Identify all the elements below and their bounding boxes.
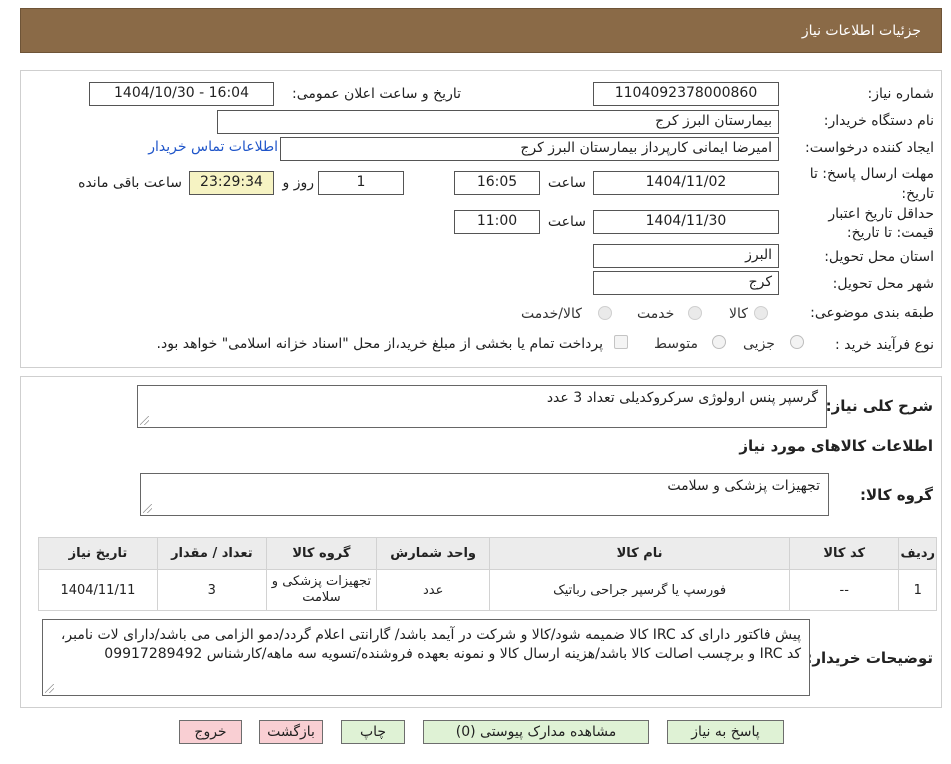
goods-group-label: گروه کالا: bbox=[860, 486, 933, 504]
col-qty-header: تعداد / مقدار bbox=[156, 537, 267, 570]
buyer-notes-text: پیش فاکتور دارای کد IRC کالا ضمیمه شود/ک… bbox=[60, 627, 801, 662]
buyer-contact-link[interactable]: اطلاعات تماس خریدار bbox=[148, 139, 278, 155]
purchase-minor-radio bbox=[790, 335, 804, 349]
cell-group: تجهیزات پزشکی و سلامت bbox=[265, 569, 378, 611]
requester-label: ایجاد کننده درخواست: bbox=[805, 140, 934, 156]
goods-group-text: تجهیزات پزشکی و سلامت bbox=[667, 478, 820, 494]
deadline-time-label: ساعت bbox=[547, 175, 586, 191]
category-goods-label: کالا bbox=[729, 306, 748, 322]
validity-label: حداقل تاریخ اعتبار قیمت: تا تاریخ: bbox=[828, 206, 934, 241]
need-summary-text: گرسپر پنس ارولوژی سرکروکدیلی تعداد 3 عدد bbox=[546, 390, 818, 406]
deadline-label: مهلت ارسال پاسخ: تا تاریخ: bbox=[809, 166, 934, 202]
cell-unit: عدد bbox=[375, 569, 491, 611]
remaining-time-field: 23:29:34 bbox=[189, 171, 274, 195]
col-unit-header: واحد شمارش bbox=[375, 537, 491, 570]
print-button[interactable]: چاپ bbox=[341, 720, 405, 744]
reply-button[interactable]: پاسخ به نیاز bbox=[667, 720, 784, 744]
cell-name: فورسپ یا گرسپر جراحی رباتیک bbox=[489, 569, 790, 611]
goods-group-field: تجهیزات پزشکی و سلامت bbox=[140, 473, 829, 516]
view-attachments-button[interactable]: مشاهده مدارک پیوستی (0) bbox=[423, 720, 649, 744]
need-number-field: 1104092378000860 bbox=[593, 82, 779, 106]
remaining-time-label: ساعت باقی مانده bbox=[78, 175, 182, 191]
deadline-date-field: 1404/11/02 bbox=[593, 171, 779, 195]
cell-qty: 3 bbox=[156, 569, 267, 611]
category-service-label: خدمت bbox=[637, 306, 675, 322]
category-goods-service-radio bbox=[598, 306, 612, 320]
validity-time-field: 11:00 bbox=[454, 210, 540, 234]
category-service-radio bbox=[688, 306, 702, 320]
table-header-row: ردیف کد کالا نام کالا واحد شمارش گروه کا… bbox=[38, 537, 937, 570]
buyer-notes-field: پیش فاکتور دارای کد IRC کالا ضمیمه شود/ک… bbox=[42, 619, 810, 696]
resize-grip-icon[interactable] bbox=[140, 416, 149, 425]
need-summary-field: گرسپر پنس ارولوژی سرکروکدیلی تعداد 3 عدد bbox=[137, 385, 827, 428]
treasury-note: پرداخت تمام یا بخشی از مبلغ خرید،از محل … bbox=[156, 336, 603, 352]
remaining-days-field: 1 bbox=[318, 171, 404, 195]
purchase-minor-label: جزیی bbox=[743, 336, 775, 352]
days-label: روز و bbox=[282, 175, 315, 191]
deadline-time-field: 16:05 bbox=[454, 171, 540, 195]
buyer-org-label: نام دستگاه خریدار: bbox=[823, 113, 934, 129]
purchase-medium-label: متوسط bbox=[654, 336, 698, 352]
category-label: طبقه بندی موضوعی: bbox=[810, 305, 934, 321]
back-button[interactable]: بازگشت bbox=[259, 720, 323, 744]
validity-time-label: ساعت bbox=[547, 214, 586, 230]
need-number-label: شماره نیاز: bbox=[867, 86, 935, 102]
purchase-medium-radio bbox=[712, 335, 726, 349]
buyer-notes-label: توضیحات خریدار: bbox=[806, 649, 933, 667]
category-goods-radio bbox=[754, 306, 768, 320]
province-field: البرز bbox=[593, 244, 779, 268]
buyer-org-field: بیمارستان البرز کرج bbox=[217, 110, 779, 134]
table-row: 1 -- فورسپ یا گرسپر جراحی رباتیک عدد تجه… bbox=[38, 569, 937, 611]
col-name-header: نام کالا bbox=[489, 537, 790, 570]
cell-code: -- bbox=[788, 569, 900, 611]
page-header: جزئیات اطلاعات نیاز bbox=[20, 8, 942, 53]
requester-field: امیرضا ایمانی کارپرداز بیمارستان البرز ک… bbox=[280, 137, 779, 161]
treasury-checkbox bbox=[614, 335, 628, 349]
category-goods-service-label: کالا/خدمت bbox=[521, 306, 582, 322]
col-code-header: کد کالا bbox=[788, 537, 900, 570]
announce-label: تاریخ و ساعت اعلان عمومی: bbox=[292, 86, 461, 102]
province-label: استان محل تحویل: bbox=[824, 249, 934, 265]
need-summary-label: شرح کلی نیاز: bbox=[825, 397, 933, 415]
cell-row: 1 bbox=[898, 569, 937, 611]
announce-datetime-field: 1404/10/30 - 16:04 bbox=[89, 82, 274, 106]
purchase-type-label: نوع فرآیند خرید : bbox=[835, 337, 934, 353]
goods-info-title: اطلاعات کالاهای مورد نیاز bbox=[739, 437, 933, 455]
col-row-header: ردیف bbox=[898, 537, 937, 570]
page-title: جزئیات اطلاعات نیاز bbox=[801, 23, 921, 39]
resize-grip-icon[interactable] bbox=[143, 504, 152, 513]
validity-date-field: 1404/11/30 bbox=[593, 210, 779, 234]
exit-button[interactable]: خروج bbox=[179, 720, 242, 744]
resize-grip-icon[interactable] bbox=[45, 684, 54, 693]
city-label: شهر محل تحویل: bbox=[832, 276, 934, 292]
col-date-header: تاریخ نیاز bbox=[38, 537, 158, 570]
goods-table: ردیف کد کالا نام کالا واحد شمارش گروه کا… bbox=[38, 537, 937, 611]
cell-date: 1404/11/11 bbox=[38, 569, 158, 611]
col-group-header: گروه کالا bbox=[265, 537, 378, 570]
city-field: کرج bbox=[593, 271, 779, 295]
